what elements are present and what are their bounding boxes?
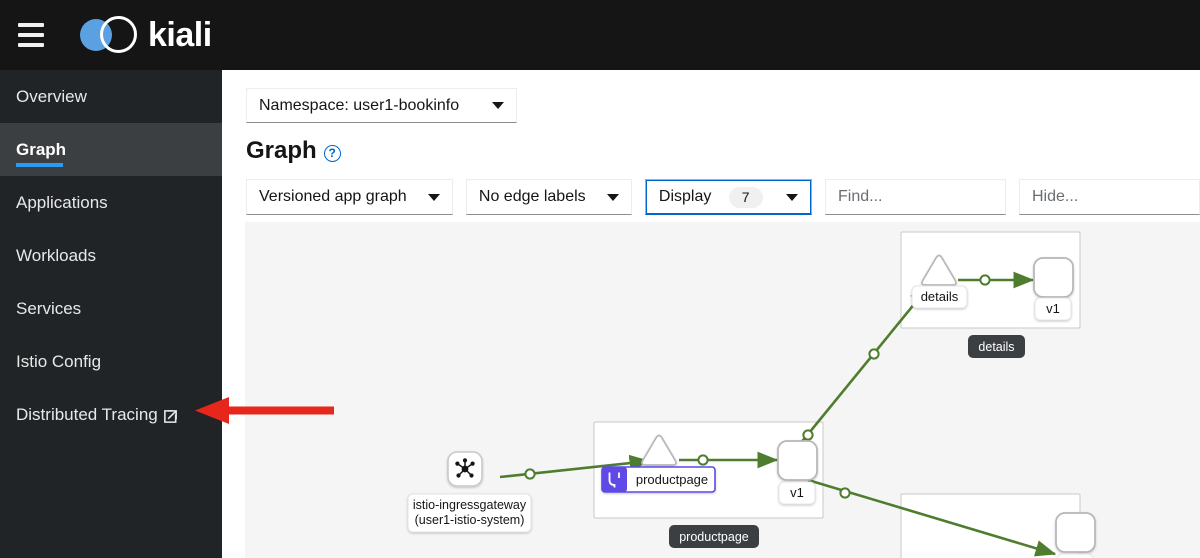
sidebar-item-istio-config[interactable]: Istio Config <box>0 335 222 388</box>
hamburger-bar <box>18 33 44 37</box>
node-label: v1 <box>790 485 804 500</box>
chevron-down-icon <box>786 193 798 201</box>
node-details-v1[interactable]: v1 <box>1033 257 1074 321</box>
graph-toolbar: Versioned app graph No edge labels Displ… <box>222 165 1200 215</box>
graph-type-label: Versioned app graph <box>259 188 407 205</box>
node-label-line2: (user1-istio-system) <box>415 513 525 527</box>
node-label-chip: v1 <box>1034 297 1072 321</box>
sidebar-item-applications[interactable]: Applications <box>0 176 222 229</box>
chevron-down-icon <box>427 193 440 201</box>
page-title: Graph <box>246 137 317 164</box>
external-link-icon <box>163 409 178 424</box>
cluster-badge-details: details <box>968 335 1025 358</box>
virtual-service-badge-bg <box>602 467 627 492</box>
edge-midpoint-marker <box>524 468 536 480</box>
sidebar-item-services[interactable]: Services <box>0 282 222 335</box>
graph-type-select[interactable]: Versioned app graph <box>246 179 453 215</box>
node-shape <box>1055 512 1096 553</box>
hamburger-menu-icon[interactable] <box>14 20 48 50</box>
cluster-reviews[interactable] <box>900 493 1081 558</box>
masthead: kiali <box>0 0 1200 70</box>
edge-midpoint-marker <box>868 348 880 360</box>
sidebar-item-label: Applications <box>16 192 108 212</box>
brand-text: kiali <box>148 16 212 54</box>
node-productpage-v1[interactable]: v1 <box>777 440 818 505</box>
find-input[interactable] <box>825 179 1006 215</box>
page-title-row: Graph ? <box>222 123 1200 165</box>
hamburger-bar <box>18 43 44 47</box>
node-shape <box>777 440 818 481</box>
logo-ring-circle <box>100 16 137 53</box>
edge-line <box>798 284 931 445</box>
node-reviews-v1[interactable] <box>1055 512 1096 558</box>
sidebar-item-overview[interactable]: Overview <box>0 70 222 123</box>
node-label-chip: details <box>911 285 968 309</box>
label-chip-bg <box>1056 553 1094 558</box>
graph-canvas[interactable]: istio-ingressgateway (user1-istio-system… <box>245 222 1200 558</box>
display-dropdown[interactable]: Display 7 <box>644 179 812 215</box>
sidebar-item-label: Distributed Tracing <box>16 404 158 424</box>
sidebar-nav: Overview Graph Applications Workloads Se… <box>0 70 222 558</box>
sidebar-item-graph[interactable]: Graph <box>0 123 222 176</box>
edge-labels-label: No edge labels <box>478 188 586 205</box>
cluster-badge-label: details <box>978 340 1014 354</box>
cluster-badge-productpage: productpage <box>669 525 759 548</box>
chevron-down-icon <box>492 102 504 109</box>
edge-midpoint-marker <box>979 274 991 286</box>
help-circle-icon[interactable]: ? <box>323 144 341 162</box>
hide-input[interactable] <box>1019 179 1200 215</box>
cluster-box <box>900 493 1081 558</box>
edge-productpage-v1-to-details[interactable] <box>798 284 931 445</box>
node-istio-ingressgateway[interactable]: istio-ingressgateway (user1-istio-system… <box>407 451 532 533</box>
node-label-chip-productpage: productpage <box>601 466 716 493</box>
display-label: Display <box>658 188 712 205</box>
namespace-selector[interactable]: Namespace: user1-bookinfo <box>246 88 517 123</box>
sidebar-item-label: Services <box>16 298 82 318</box>
brand-logo[interactable]: kiali <box>80 14 212 56</box>
main-content: Namespace: user1-bookinfo Graph ? Versio… <box>222 70 1200 558</box>
display-count-badge: 7 <box>728 186 763 208</box>
node-label-chip: v1 <box>778 481 816 505</box>
node-label-chip: istio-ingressgateway (user1-istio-system… <box>407 493 532 533</box>
cluster-badge-label: productpage <box>679 530 749 544</box>
edge-midpoint-marker <box>697 454 709 466</box>
graph-svg: istio-ingressgateway (user1-istio-system… <box>407 231 1096 558</box>
hamburger-bar <box>18 23 44 27</box>
sidebar-item-distributed-tracing[interactable]: Distributed Tracing <box>0 388 222 441</box>
node-shape <box>1033 257 1074 298</box>
edge-midpoint-marker <box>802 429 814 441</box>
sidebar-item-label: Workloads <box>16 245 96 265</box>
node-label-line1: istio-ingressgateway <box>413 498 527 512</box>
node-label: details <box>921 289 959 304</box>
edge-midpoint-marker <box>839 487 851 499</box>
chevron-down-icon <box>606 193 619 201</box>
kiali-logo-icon <box>80 14 138 56</box>
node-label: productpage <box>636 472 708 487</box>
kiali-app: kiali Overview Graph Applications Worklo… <box>0 0 1200 558</box>
sidebar-item-label: Graph <box>16 139 67 159</box>
sidebar-item-workloads[interactable]: Workloads <box>0 229 222 282</box>
edge-labels-select[interactable]: No edge labels <box>465 179 632 215</box>
node-label: v1 <box>1046 301 1060 316</box>
namespace-selector-label: Namespace: user1-bookinfo <box>259 96 460 114</box>
sidebar-item-label: Overview <box>16 86 87 106</box>
sidebar-item-label: Istio Config <box>16 351 102 371</box>
namespace-row: Namespace: user1-bookinfo <box>222 70 1200 123</box>
